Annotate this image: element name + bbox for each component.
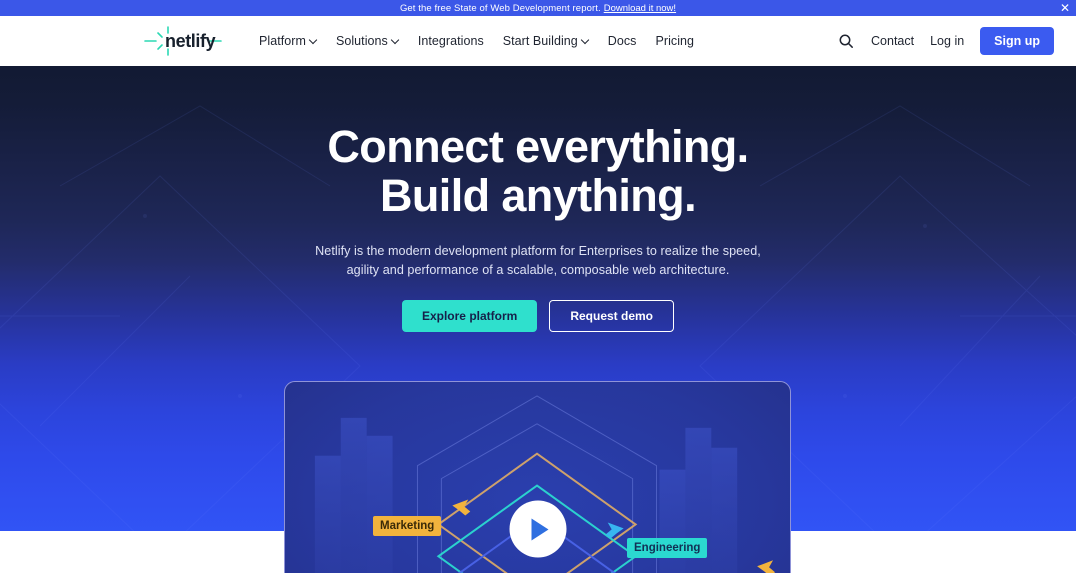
hero-subtitle-line-2: agility and performance of a scalable, c… — [346, 263, 730, 277]
nav-item-start-building[interactable]: Start Building — [503, 34, 589, 48]
svg-text:netlify: netlify — [165, 31, 216, 51]
promo-banner-text: Get the free State of Web Development re… — [399, 2, 601, 14]
hero-video-card[interactable]: Marketing Engineering — [284, 381, 791, 573]
hero-title-line-1: Connect everything. — [327, 121, 749, 172]
nav-label: Start Building — [502, 34, 578, 48]
hero-content: Connect everything. Build anything. Netl… — [0, 66, 1076, 332]
nav-label: Platform — [259, 34, 306, 48]
close-icon[interactable]: ✕ — [1060, 2, 1070, 14]
request-demo-button[interactable]: Request demo — [549, 300, 675, 332]
play-icon — [531, 518, 549, 540]
nav-item-platform[interactable]: Platform — [259, 34, 317, 48]
chevron-down-icon — [392, 37, 399, 44]
hero-title: Connect everything. Build anything. — [0, 122, 1076, 220]
contact-link[interactable]: Contact — [871, 34, 914, 48]
nav-item-docs[interactable]: Docs — [608, 34, 637, 48]
tag-engineering: Engineering — [627, 538, 708, 558]
search-icon[interactable] — [837, 32, 855, 50]
nav-label: Solutions — [335, 34, 388, 48]
page-root: Get the free State of Web Development re… — [0, 0, 1076, 573]
play-button[interactable] — [509, 500, 566, 558]
hero-subtitle-line-1: Netlify is the modern development platfo… — [315, 244, 761, 258]
chevron-down-icon — [582, 37, 589, 44]
site-header: netlify Platform Solutions Integrations … — [0, 16, 1076, 66]
explore-platform-button[interactable]: Explore platform — [401, 300, 538, 332]
main-navigation: Platform Solutions Integrations Start Bu… — [259, 34, 694, 48]
tag-marketing: Marketing — [373, 516, 442, 536]
promo-banner: Get the free State of Web Development re… — [0, 0, 1076, 16]
nav-item-integrations[interactable]: Integrations — [418, 34, 484, 48]
login-link[interactable]: Log in — [930, 34, 964, 48]
netlify-logo[interactable]: netlify — [137, 24, 229, 58]
promo-banner-link[interactable]: Download it now! — [604, 3, 676, 14]
hero-subtitle: Netlify is the modern development platfo… — [0, 242, 1076, 280]
header-actions: Contact Log in Sign up — [837, 27, 1054, 55]
nav-label: Integrations — [417, 34, 484, 48]
hero-title-line-2: Build anything. — [380, 170, 697, 221]
nav-item-solutions[interactable]: Solutions — [336, 34, 399, 48]
nav-label: Pricing — [655, 34, 695, 48]
nav-label: Docs — [607, 34, 637, 48]
hero-cta-group: Explore platform Request demo — [0, 300, 1076, 332]
chevron-down-icon — [310, 37, 317, 44]
signup-button[interactable]: Sign up — [980, 27, 1054, 55]
nav-item-pricing[interactable]: Pricing — [655, 34, 694, 48]
